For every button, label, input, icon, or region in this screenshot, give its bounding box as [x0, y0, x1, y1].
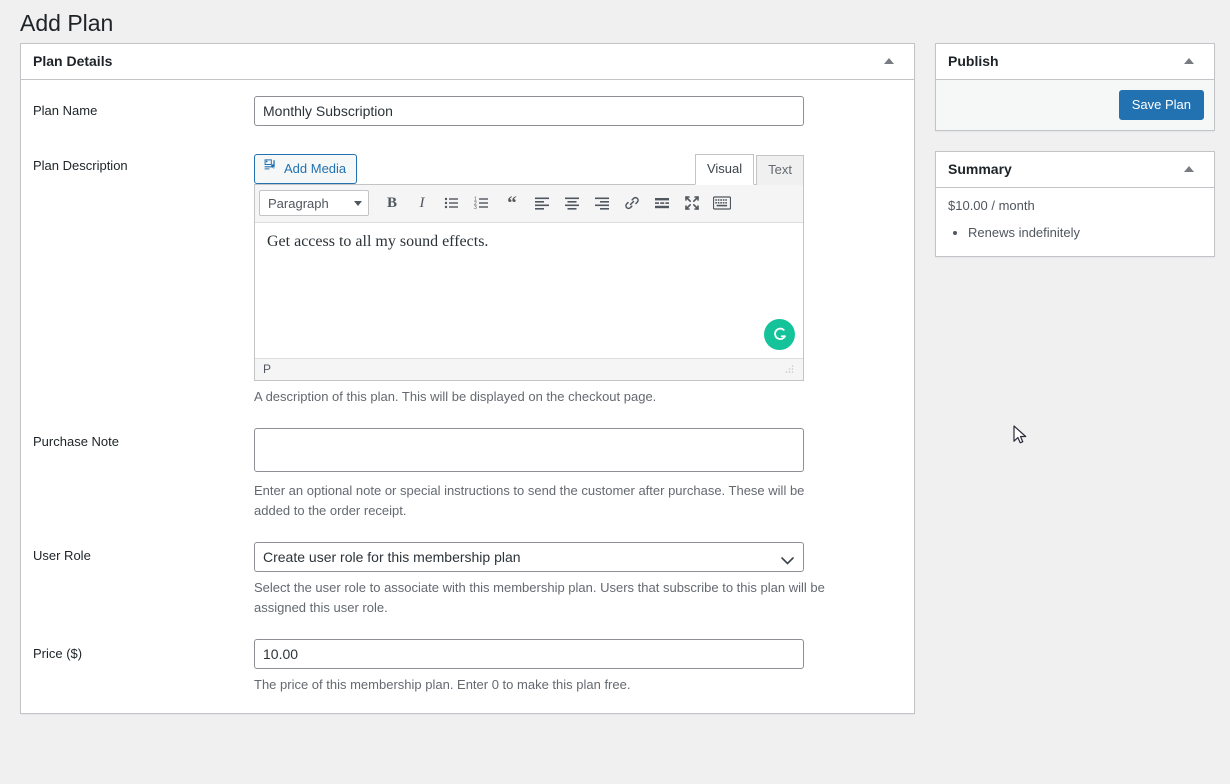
tab-visual[interactable]: Visual — [694, 153, 755, 185]
publish-body: Save Plan — [936, 79, 1214, 130]
summary-list: Renews indefinitely — [948, 223, 1202, 244]
add-media-icon — [263, 155, 279, 183]
svg-text:3: 3 — [474, 205, 477, 211]
plan-description-row: Plan Description Add Media Visual Text P… — [21, 126, 914, 407]
publish-panel: Publish Save Plan — [935, 42, 1215, 131]
summary-price: $10.00 / month — [948, 197, 1035, 213]
user-role-row: User Role Create user role for this memb… — [21, 520, 914, 617]
paragraph-format-label: Paragraph — [268, 195, 329, 211]
plan-description-help: A description of this plan. This will be… — [254, 388, 657, 404]
purchase-note-row: Purchase Note Enter an optional note or … — [21, 406, 914, 520]
add-media-button[interactable]: Add Media — [254, 153, 358, 184]
admin-content-wrap: Plan Details Plan Name Plan Description — [0, 42, 1230, 734]
user-role-select[interactable]: Create user role for this membership pla… — [254, 542, 804, 573]
price-help: The price of this membership plan. Enter… — [254, 677, 631, 693]
link-icon[interactable] — [617, 189, 647, 217]
main-column: Plan Details Plan Name Plan Description — [20, 42, 915, 734]
read-more-icon[interactable] — [647, 189, 677, 217]
editor-resize-handle[interactable] — [783, 363, 795, 375]
italic-icon[interactable]: I — [407, 189, 437, 217]
editor-statusbar: P — [255, 357, 803, 380]
editor-toolbar: Paragraph B I 123 “ — [255, 184, 803, 223]
save-plan-button[interactable]: Save Plan — [1118, 89, 1204, 120]
plan-details-title: Plan Details — [33, 52, 113, 69]
tab-text[interactable]: Text — [756, 154, 804, 185]
blockquote-icon[interactable]: “ — [497, 189, 527, 217]
price-row: Price ($) The price of this membership p… — [21, 617, 914, 695]
plan-name-field-wrap — [254, 95, 902, 126]
align-left-icon[interactable] — [527, 189, 557, 217]
list-item: Renews indefinitely — [968, 223, 1202, 244]
plan-details-panel: Plan Details Plan Name Plan Description — [20, 42, 915, 714]
fullscreen-icon[interactable] — [677, 189, 707, 217]
editor-element-path: P — [263, 362, 272, 377]
price-field-wrap: The price of this membership plan. Enter… — [254, 639, 902, 695]
plan-description-label: Plan Description — [33, 157, 128, 173]
price-input[interactable] — [254, 639, 804, 670]
add-media-label: Add Media — [284, 160, 347, 176]
plan-description-field-wrap: Add Media Visual Text Paragraph B I 1 2 … — [254, 152, 902, 407]
bulleted-list-icon[interactable] — [437, 189, 467, 217]
sidebar-column: Publish Save Plan Summary $10.00 / month… — [935, 42, 1215, 277]
wp-editor: Add Media Visual Text Paragraph B I 1 2 … — [254, 152, 804, 407]
plan-name-label: Plan Name — [33, 102, 98, 118]
plan-details-body: Plan Name Plan Description — [21, 80, 914, 713]
chevron-down-icon — [354, 200, 362, 206]
purchase-note-label: Purchase Note — [33, 434, 119, 450]
editor-mode-tabs: Visual Text — [694, 153, 804, 185]
caret-up-icon[interactable] — [1176, 48, 1202, 74]
editor-top-row: Add Media Visual Text — [254, 152, 804, 185]
caret-up-icon[interactable] — [876, 48, 902, 74]
summary-title: Summary — [948, 160, 1012, 177]
user-role-field-wrap: Create user role for this membership pla… — [254, 542, 902, 617]
plan-details-header: Plan Details — [21, 44, 914, 80]
align-center-icon[interactable] — [557, 189, 587, 217]
paragraph-format-select[interactable]: Paragraph — [259, 190, 369, 217]
align-right-icon[interactable] — [587, 189, 617, 217]
editor-box: Paragraph B I 123 “ Get access to all my… — [254, 183, 804, 381]
publish-header: Publish — [936, 44, 1214, 80]
grammarly-loading-icon[interactable] — [764, 318, 795, 350]
bold-icon[interactable]: B — [377, 189, 407, 217]
toolbar-toggle-icon[interactable] — [707, 189, 737, 217]
editor-paragraph: Get access to all my sound effects. — [267, 232, 489, 250]
purchase-note-field-wrap: Enter an optional note or special instru… — [254, 428, 902, 520]
price-label: Price ($) — [33, 646, 83, 662]
page-title: Add Plan — [20, 10, 114, 36]
user-role-help: Select the user role to associate with t… — [254, 580, 825, 615]
numbered-list-icon[interactable]: 123 — [467, 189, 497, 217]
user-role-label: User Role — [33, 548, 91, 564]
purchase-note-help: Enter an optional note or special instru… — [254, 483, 805, 518]
plan-name-input[interactable] — [254, 95, 804, 126]
caret-up-icon[interactable] — [1176, 156, 1202, 182]
purchase-note-input[interactable] — [254, 428, 804, 473]
editor-content-area[interactable]: Get access to all my sound effects. — [255, 222, 803, 358]
publish-title: Publish — [948, 52, 999, 69]
summary-panel: Summary $10.00 / month Renews indefinite… — [935, 150, 1215, 257]
summary-header: Summary — [936, 152, 1214, 188]
plan-name-row: Plan Name — [21, 80, 914, 126]
summary-body: $10.00 / month Renews indefinitely — [936, 188, 1214, 256]
